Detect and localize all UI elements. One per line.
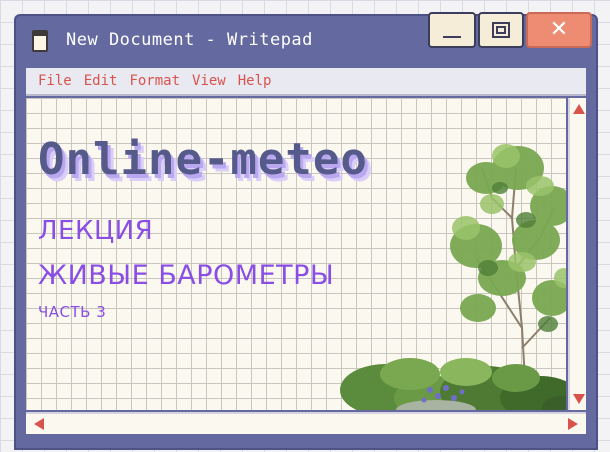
menu-item-format[interactable]: Format xyxy=(129,73,180,89)
scroll-left-arrow-icon[interactable] xyxy=(34,418,44,430)
vertical-scrollbar[interactable] xyxy=(568,98,586,410)
document-canvas[interactable]: Online-meteo ЛЕКЦИЯ ЖИВЫЕ БАРОМЕТРЫ ЧАСТ… xyxy=(26,98,566,410)
document-icon xyxy=(32,30,48,52)
menu-item-view[interactable]: View xyxy=(192,73,226,89)
close-icon: ✕ xyxy=(549,17,569,42)
menu-item-edit[interactable]: Edit xyxy=(84,73,118,89)
scroll-down-arrow-icon[interactable] xyxy=(573,394,585,404)
app-window: New Document - Writepad ✕ File Edit Form… xyxy=(14,12,598,450)
horizontal-scrollbar[interactable] xyxy=(26,412,586,434)
minimize-button[interactable] xyxy=(428,12,476,48)
window-title: New Document - Writepad xyxy=(66,30,313,50)
scroll-right-arrow-icon[interactable] xyxy=(568,418,578,430)
document-headline: Online-meteo xyxy=(38,134,368,185)
title-bar[interactable]: New Document - Writepad ✕ xyxy=(16,12,596,68)
scroll-up-arrow-icon[interactable] xyxy=(573,104,585,114)
lecture-title: ЖИВЫЕ БАРОМЕТРЫ xyxy=(38,260,335,291)
maximize-button[interactable] xyxy=(478,12,524,48)
menu-item-file[interactable]: File xyxy=(38,73,72,89)
part-label: ЧАСТЬ 3 xyxy=(38,303,107,321)
close-button[interactable]: ✕ xyxy=(526,12,592,48)
minimize-icon xyxy=(443,36,461,38)
maximize-icon xyxy=(492,22,510,38)
menu-item-help[interactable]: Help xyxy=(238,73,272,89)
menu-bar: File Edit Format View Help xyxy=(26,68,586,96)
lecture-label: ЛЕКЦИЯ xyxy=(38,216,154,246)
plant-illustration xyxy=(340,144,566,410)
